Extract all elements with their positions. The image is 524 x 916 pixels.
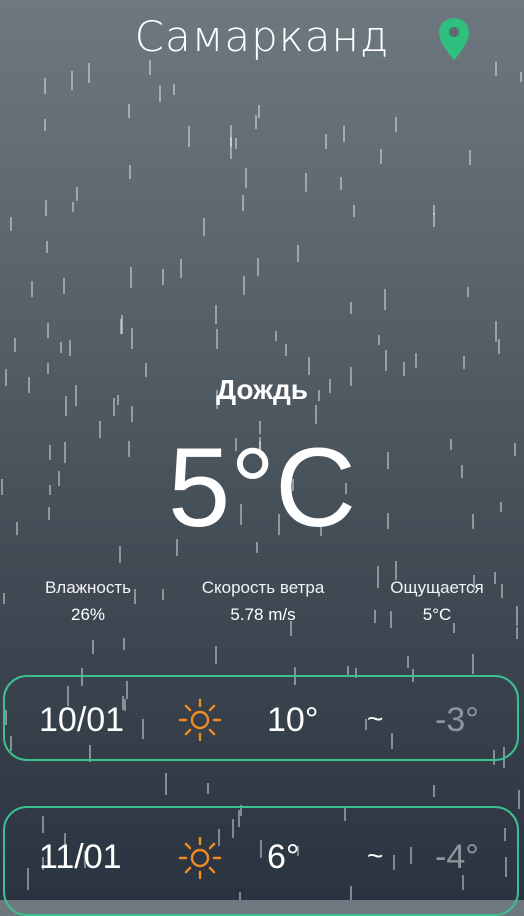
forecast-low-temp: -3° [435,701,479,739]
feels-like-value: 5°C [422,605,452,624]
sun-icon [178,698,222,742]
humidity-label: Влажность [44,578,132,597]
humidity-stat: Влажность 26% [18,578,158,625]
forecast-separator: ~ [367,703,384,734]
forecast-date: 11/01 [39,838,122,876]
weather-condition: Дождь [216,374,308,405]
forecast-day-card[interactable]: 10/01 10° ~ -3° [3,675,519,761]
header: Самарканд [0,10,524,74]
sun-icon [178,836,222,880]
map-pin-icon[interactable] [437,16,471,62]
forecast-separator: ~ [367,840,384,871]
current-temperature: 5°C [168,425,356,550]
feels-like-label: Ощущается [390,578,484,597]
forecast-high-temp: 10° [267,701,319,739]
forecast-high-temp: 6° [267,838,300,876]
humidity-value: 26% [70,605,106,624]
forecast-low-temp: -4° [435,838,479,876]
wind-speed-stat: Скорость ветра 5.78 m/s [183,578,343,625]
wind-speed-label: Скорость ветра [201,578,325,597]
wind-speed-value: 5.78 m/s [230,605,296,624]
feels-like-stat: Ощущается 5°C [372,578,502,625]
forecast-date: 10/01 [39,701,125,739]
